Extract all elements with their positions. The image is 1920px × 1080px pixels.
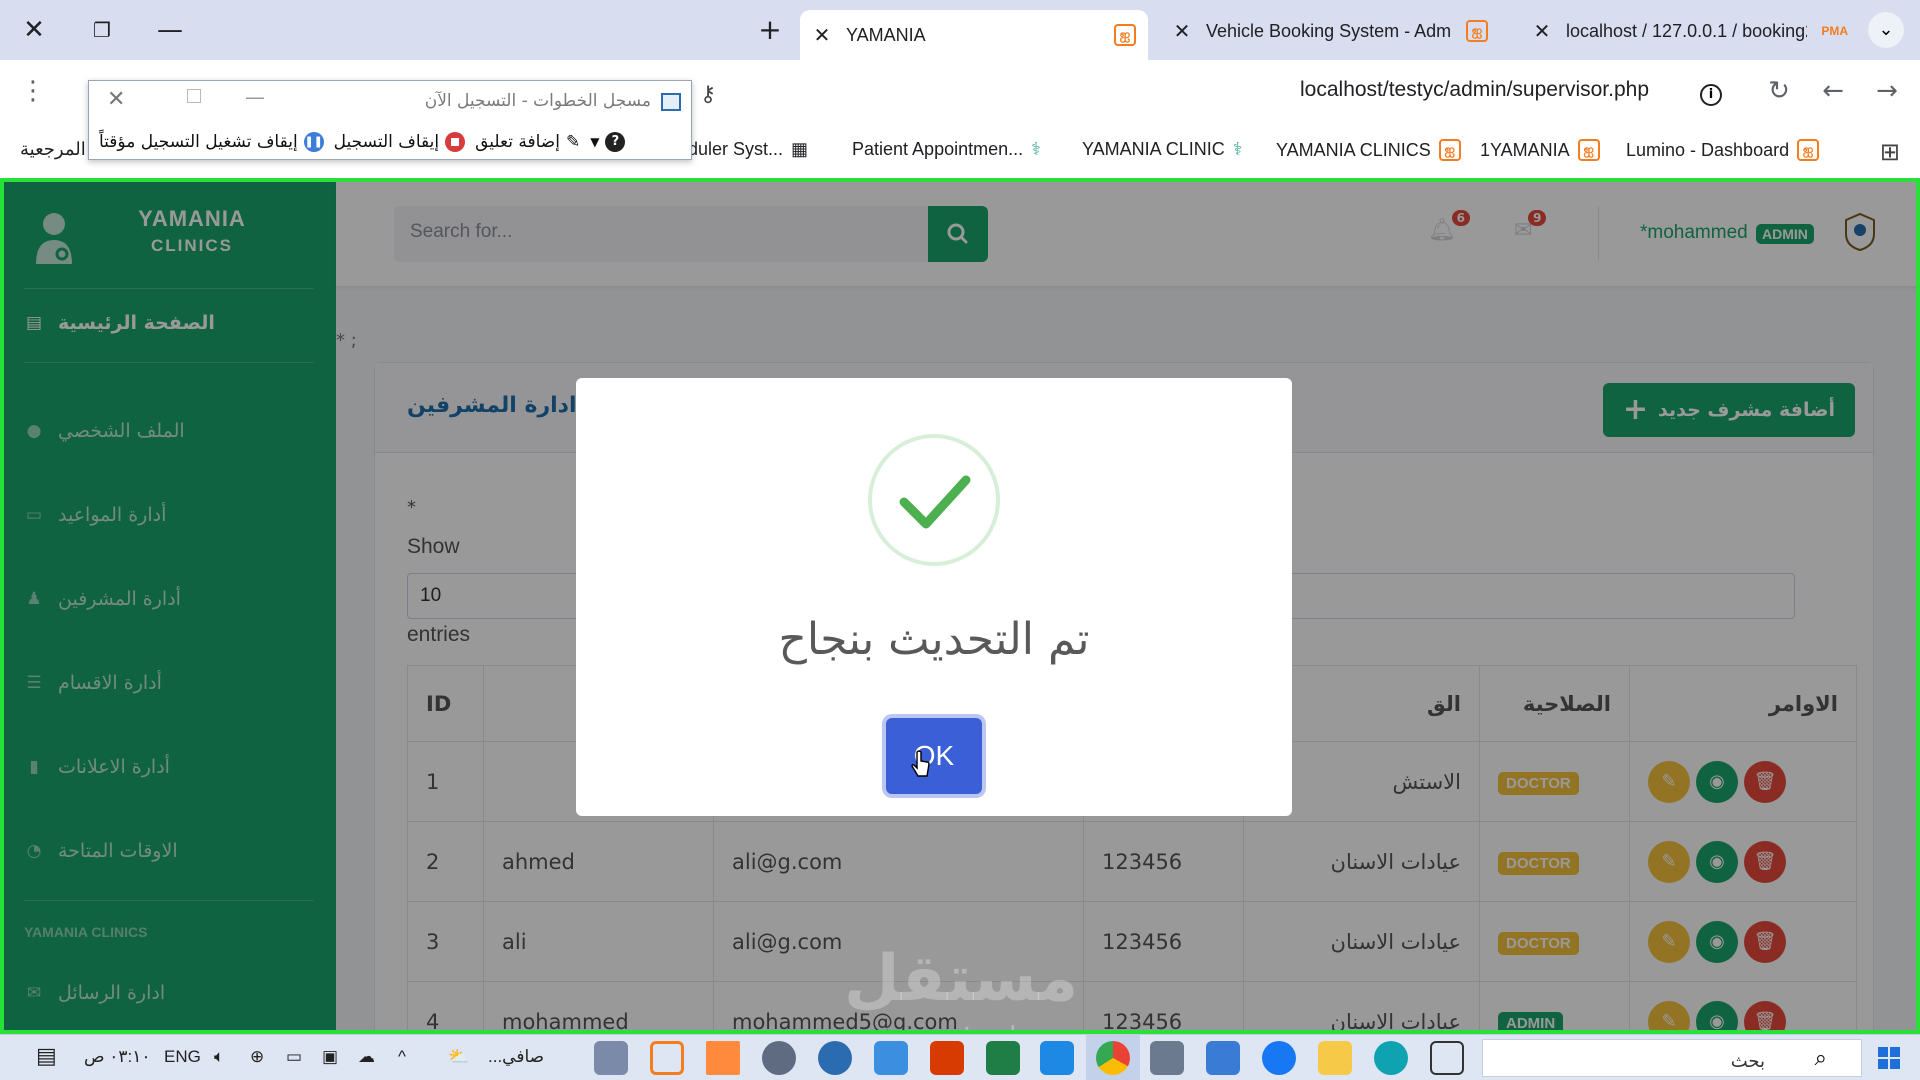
window-close-button[interactable]: ✕ [16, 12, 52, 48]
clinic-icon: ⚕ [1031, 139, 1041, 159]
xampp-icon: ஐ [1114, 24, 1136, 46]
xampp-icon: ஐ [1438, 139, 1461, 161]
language-indicator[interactable]: ENG [164, 1047, 201, 1067]
forward-arrow-icon[interactable]: → [1870, 76, 1904, 106]
explorer-icon[interactable] [1318, 1041, 1352, 1075]
chrome-icon[interactable] [1096, 1041, 1130, 1075]
taskbar-search-input[interactable]: بحث ⌕ [1482, 1039, 1862, 1077]
pma-icon: PMA [1821, 24, 1848, 38]
tab-title: YAMANIA [846, 24, 926, 45]
site-info-icon[interactable]: i [1700, 84, 1722, 106]
apps-grid-icon[interactable]: ⊞ [1880, 138, 1900, 166]
pause-recording-button[interactable]: ❚❚ إيقاف تشغيل التسجيل مؤقتاً [99, 132, 324, 152]
clock-time[interactable]: ٠٣:١٠ ص [84, 1047, 151, 1067]
bookmark-1yamania[interactable]: 1YAMANIA ஐ [1480, 139, 1600, 161]
search-icon: ⌕ [1814, 1046, 1827, 1071]
pause-icon: ❚❚ [303, 132, 324, 152]
onedrive-icon[interactable]: ☁ [358, 1047, 375, 1067]
xampp-icon: ஐ [1797, 139, 1820, 161]
bookmark-yamania-clinics[interactable]: YAMANIA CLINICS ஐ [1276, 139, 1461, 161]
new-tab-button[interactable]: + [752, 12, 788, 48]
steps-recorder-window: ✕ — مسجل الخطوات - التسجيل الآن ❚❚ إيقاف… [88, 80, 692, 160]
weather-icon[interactable]: ⛅ [448, 1047, 469, 1067]
recorder-controls: ❚❚ إيقاف تشغيل التسجيل مؤقتاً إيقاف التس… [89, 125, 693, 159]
tab-vehicle-booking[interactable]: ✕ Vehicle Booking System - Admi ஐ [1160, 10, 1500, 52]
tab-close-icon[interactable]: ✕ [812, 23, 832, 48]
volume-icon[interactable]: 🔈︎ [214, 1047, 224, 1067]
tab-title: localhost / 127.0.0.1 / booking2 [1566, 20, 1808, 41]
mouse-pointer-icon [911, 750, 930, 777]
terminal-icon[interactable] [594, 1041, 628, 1075]
xampp-icon: ஐ [1466, 20, 1488, 42]
kebab-menu-icon[interactable]: ⋮ [16, 76, 50, 106]
tab-yamania[interactable]: ✕ YAMANIA ஐ [800, 10, 1148, 60]
sheets-icon[interactable] [986, 1041, 1020, 1075]
app-icon[interactable] [874, 1041, 908, 1075]
recorder-close-icon[interactable]: ✕ [107, 87, 125, 112]
facebook-icon[interactable] [1262, 1041, 1296, 1075]
reload-icon[interactable]: ↻ [1762, 76, 1796, 106]
tab-close-icon[interactable]: ✕ [1172, 19, 1192, 44]
address-bar[interactable]: localhost/testyc/admin/supervisor.php [1300, 78, 1649, 102]
recorder-maximize-icon[interactable] [187, 89, 201, 103]
recorder-app-icon [661, 93, 681, 111]
tab-search-chevron-icon[interactable]: ⌄ [1868, 12, 1904, 48]
meet-icon[interactable]: ▣ [322, 1047, 338, 1067]
calendar-icon: ▦ [791, 139, 809, 159]
tab-title: Vehicle Booking System - Admi [1206, 20, 1452, 41]
show-hidden-chevron-icon[interactable]: ^ [398, 1047, 406, 1067]
weather-text[interactable]: صافي... [488, 1047, 544, 1067]
watermark-url: mostaql.com [904, 1020, 1085, 1030]
notifications-chat-icon[interactable]: ▤ [36, 1043, 57, 1069]
bookmark-yamania-clinic[interactable]: YAMANIA CLINIC ⚕ [1082, 139, 1242, 160]
network-globe-icon[interactable]: ⊕ [250, 1047, 264, 1067]
key-icon[interactable]: ⚷ [700, 82, 716, 107]
add-comment-button[interactable]: ✎ إضافة تعليق [475, 132, 580, 152]
xampp-icon: ஐ [1577, 139, 1600, 161]
dropdown-icon: ▼ [590, 135, 600, 149]
edge-icon[interactable] [1374, 1041, 1408, 1075]
watermark-logo: مستقل [844, 942, 1079, 1016]
dialog-message: تم التحديث بنجاح [778, 614, 1090, 665]
mail-icon[interactable] [1150, 1041, 1184, 1075]
bookmark-lumino-dashboard[interactable]: Lumino - Dashboard ஐ [1626, 139, 1820, 161]
windows-taskbar: ▤ ٠٣:١٠ ص ENG 🔈︎ ⊕ ▭ ▣ ☁ ^ ⛅ صافي... بحث… [0, 1034, 1920, 1080]
pin-icon[interactable] [818, 1041, 852, 1075]
bookmark-patient-appointment[interactable]: Patient Appointmen... ⚕ [852, 139, 1041, 160]
windows-start-icon[interactable] [1878, 1047, 1900, 1069]
battery-icon[interactable]: ▭ [286, 1047, 302, 1067]
taskview-icon[interactable] [1430, 1041, 1464, 1075]
store-icon[interactable] [1206, 1041, 1240, 1075]
tab-close-icon[interactable]: ✕ [1532, 19, 1552, 44]
recorder-minimize-icon[interactable]: — [245, 85, 265, 109]
help-button[interactable]: ? ▼ [590, 132, 626, 152]
browser-tabstrip: ✕ ❐ — + ✕ YAMANIA ஐ ✕ Vehicle Booking Sy… [0, 0, 1920, 60]
sublime-icon[interactable] [706, 1041, 740, 1075]
window-minimize-button[interactable]: — [152, 12, 188, 48]
back-arrow-icon[interactable]: ← [1816, 76, 1850, 106]
recorder-title: مسجل الخطوات - التسجيل الآن [424, 91, 651, 111]
success-dialog: تم التحديث بنجاح OK [576, 378, 1292, 816]
stop-recording-button[interactable]: إيقاف التسجيل [334, 132, 466, 152]
comment-icon: ✎ [565, 132, 581, 152]
bookmark-scheduler[interactable]: eduler Syst... ▦ [678, 139, 808, 160]
photos-icon[interactable] [762, 1041, 796, 1075]
success-check-icon [868, 434, 1000, 566]
page-viewport: YAMANIA CLINICS ▤ الصفحة الرئيسية ● المل… [0, 178, 1920, 1034]
tab-phpmyadmin[interactable]: ✕ localhost / 127.0.0.1 / booking2 PMA [1520, 10, 1860, 52]
bookmark-folder[interactable]: المرجعية [20, 139, 86, 160]
office-icon[interactable] [930, 1041, 964, 1075]
xampp-icon[interactable] [650, 1041, 684, 1075]
vscode-icon[interactable] [1040, 1041, 1074, 1075]
ok-button[interactable]: OK [886, 718, 982, 794]
stop-icon [445, 132, 466, 152]
window-restore-button[interactable]: ❐ [84, 12, 120, 48]
clinic-icon: ⚕ [1232, 139, 1243, 159]
help-icon: ? [605, 132, 626, 152]
